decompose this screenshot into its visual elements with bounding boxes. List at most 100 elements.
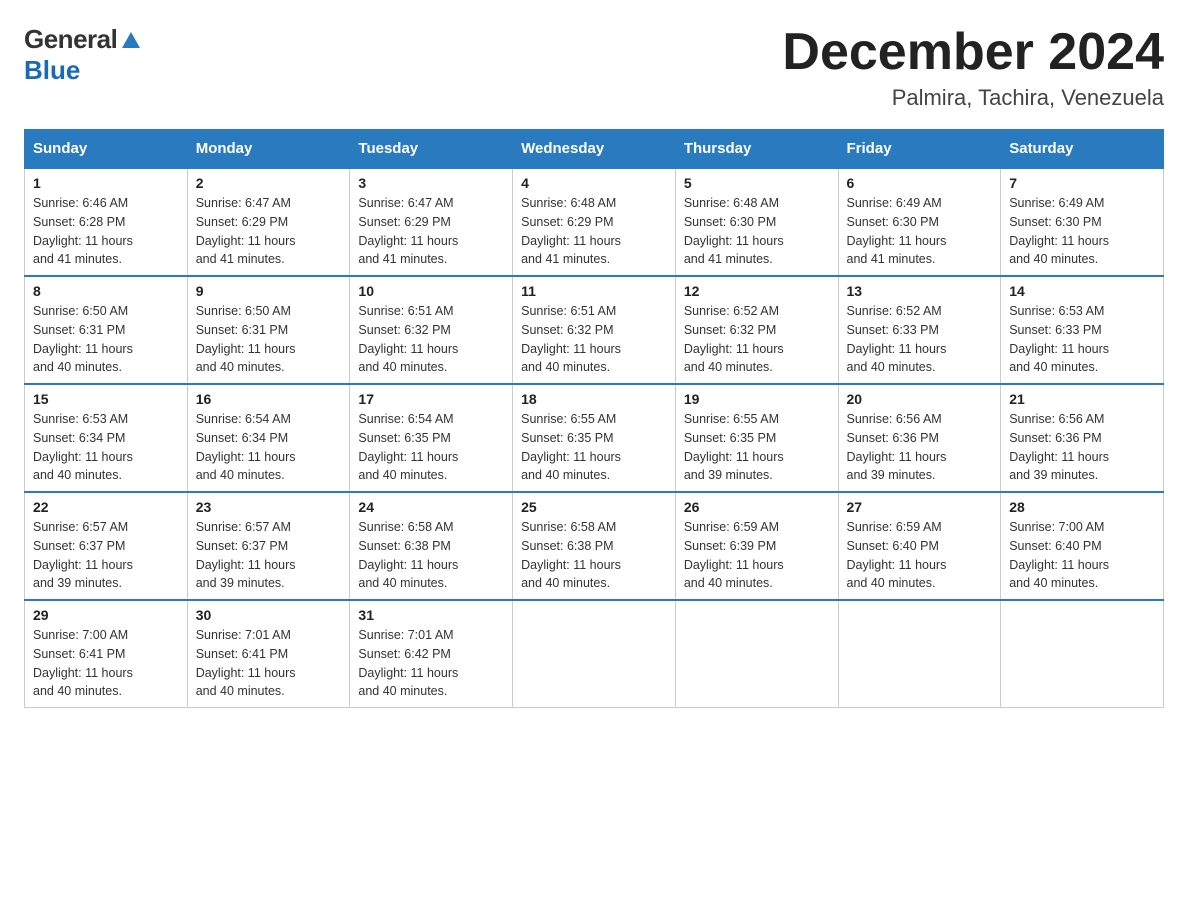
calendar-cell: 8 Sunrise: 6:50 AMSunset: 6:31 PMDaylight… [25,276,188,384]
calendar-cell: 29Sunrise: 7:00 AMSunset: 6:41 PMDayligh… [25,600,188,708]
calendar-week-row: 15Sunrise: 6:53 AMSunset: 6:34 PMDayligh… [25,384,1164,492]
day-number: 29 [33,607,179,623]
day-of-week-header: Monday [187,130,350,169]
day-info: Sunrise: 6:58 AMSunset: 6:38 PMDaylight:… [521,518,667,593]
calendar-cell: 27Sunrise: 6:59 AMSunset: 6:40 PMDayligh… [838,492,1001,600]
day-info: Sunrise: 6:49 AMSunset: 6:30 PMDaylight:… [1009,194,1155,269]
day-info: Sunrise: 6:58 AMSunset: 6:38 PMDaylight:… [358,518,504,593]
location-title: Palmira, Tachira, Venezuela [782,85,1164,111]
calendar-week-row: 29Sunrise: 7:00 AMSunset: 6:41 PMDayligh… [25,600,1164,708]
day-info: Sunrise: 6:57 AMSunset: 6:37 PMDaylight:… [33,518,179,593]
day-number: 23 [196,499,342,515]
day-number: 10 [358,283,504,299]
calendar-table: SundayMondayTuesdayWednesdayThursdayFrid… [24,129,1164,708]
day-info: Sunrise: 7:01 AMSunset: 6:42 PMDaylight:… [358,626,504,701]
calendar-cell: 28 Sunrise: 7:00 AMSunset: 6:40 PMDayligh… [1001,492,1164,600]
day-of-week-header: Tuesday [350,130,513,169]
month-title: December 2024 [782,24,1164,81]
day-number: 22 [33,499,179,515]
day-number: 17 [358,391,504,407]
day-number: 4 [521,175,667,191]
calendar-cell: 30 Sunrise: 7:01 AMSunset: 6:41 PMDayligh… [187,600,350,708]
calendar-cell [513,600,676,708]
calendar-cell: 10 Sunrise: 6:51 AMSunset: 6:32 PMDayligh… [350,276,513,384]
day-number: 14 [1009,283,1155,299]
day-info: Sunrise: 6:55 AMSunset: 6:35 PMDaylight:… [684,410,830,485]
day-info: Sunrise: 6:47 AMSunset: 6:29 PMDaylight:… [196,194,342,269]
calendar-cell: 24 Sunrise: 6:58 AMSunset: 6:38 PMDayligh… [350,492,513,600]
day-info: Sunrise: 6:53 AMSunset: 6:33 PMDaylight:… [1009,302,1155,377]
day-number: 9 [196,283,342,299]
day-info: Sunrise: 6:59 AMSunset: 6:40 PMDaylight:… [847,518,993,593]
calendar-cell: 14 Sunrise: 6:53 AMSunset: 6:33 PMDayligh… [1001,276,1164,384]
day-info: Sunrise: 6:49 AMSunset: 6:30 PMDaylight:… [847,194,993,269]
day-info: Sunrise: 6:57 AMSunset: 6:37 PMDaylight:… [196,518,342,593]
calendar-cell: 3 Sunrise: 6:47 AMSunset: 6:29 PMDaylight… [350,168,513,276]
day-number: 7 [1009,175,1155,191]
calendar-header-row: SundayMondayTuesdayWednesdayThursdayFrid… [25,130,1164,169]
day-of-week-header: Friday [838,130,1001,169]
day-number: 1 [33,175,179,191]
day-number: 16 [196,391,342,407]
day-info: Sunrise: 7:00 AMSunset: 6:40 PMDaylight:… [1009,518,1155,593]
calendar-cell: 4 Sunrise: 6:48 AMSunset: 6:29 PMDaylight… [513,168,676,276]
day-info: Sunrise: 6:52 AMSunset: 6:32 PMDaylight:… [684,302,830,377]
calendar-week-row: 1 Sunrise: 6:46 AMSunset: 6:28 PMDaylight… [25,168,1164,276]
day-info: Sunrise: 6:50 AMSunset: 6:31 PMDaylight:… [33,302,179,377]
day-info: Sunrise: 6:50 AMSunset: 6:31 PMDaylight:… [196,302,342,377]
calendar-cell [675,600,838,708]
calendar-cell: 9 Sunrise: 6:50 AMSunset: 6:31 PMDaylight… [187,276,350,384]
day-number: 30 [196,607,342,623]
day-info: Sunrise: 6:51 AMSunset: 6:32 PMDaylight:… [358,302,504,377]
calendar-cell: 2 Sunrise: 6:47 AMSunset: 6:29 PMDaylight… [187,168,350,276]
calendar-cell: 13Sunrise: 6:52 AMSunset: 6:33 PMDayligh… [838,276,1001,384]
calendar-week-row: 8 Sunrise: 6:50 AMSunset: 6:31 PMDaylight… [25,276,1164,384]
calendar-cell: 21Sunrise: 6:56 AMSunset: 6:36 PMDayligh… [1001,384,1164,492]
day-number: 11 [521,283,667,299]
day-number: 28 [1009,499,1155,515]
day-info: Sunrise: 6:48 AMSunset: 6:29 PMDaylight:… [521,194,667,269]
day-info: Sunrise: 6:54 AMSunset: 6:35 PMDaylight:… [358,410,504,485]
calendar-cell: 17 Sunrise: 6:54 AMSunset: 6:35 PMDayligh… [350,384,513,492]
day-info: Sunrise: 6:55 AMSunset: 6:35 PMDaylight:… [521,410,667,485]
calendar-cell: 18 Sunrise: 6:55 AMSunset: 6:35 PMDayligh… [513,384,676,492]
calendar-cell: 6Sunrise: 6:49 AMSunset: 6:30 PMDaylight… [838,168,1001,276]
day-info: Sunrise: 6:56 AMSunset: 6:36 PMDaylight:… [1009,410,1155,485]
day-number: 19 [684,391,830,407]
day-of-week-header: Thursday [675,130,838,169]
calendar-cell: 19 Sunrise: 6:55 AMSunset: 6:35 PMDayligh… [675,384,838,492]
calendar-cell: 31 Sunrise: 7:01 AMSunset: 6:42 PMDayligh… [350,600,513,708]
day-info: Sunrise: 6:46 AMSunset: 6:28 PMDaylight:… [33,194,179,269]
day-number: 3 [358,175,504,191]
day-number: 31 [358,607,504,623]
day-info: Sunrise: 6:59 AMSunset: 6:39 PMDaylight:… [684,518,830,593]
day-info: Sunrise: 6:52 AMSunset: 6:33 PMDaylight:… [847,302,993,377]
calendar-cell: 7 Sunrise: 6:49 AMSunset: 6:30 PMDaylight… [1001,168,1164,276]
logo-general-text: General [24,24,117,55]
calendar-cell: 23 Sunrise: 6:57 AMSunset: 6:37 PMDayligh… [187,492,350,600]
calendar-cell [838,600,1001,708]
title-section: December 2024 Palmira, Tachira, Venezuel… [782,24,1164,111]
day-info: Sunrise: 6:54 AMSunset: 6:34 PMDaylight:… [196,410,342,485]
calendar-cell: 16 Sunrise: 6:54 AMSunset: 6:34 PMDayligh… [187,384,350,492]
day-number: 20 [847,391,993,407]
calendar-cell: 11Sunrise: 6:51 AMSunset: 6:32 PMDayligh… [513,276,676,384]
day-info: Sunrise: 6:47 AMSunset: 6:29 PMDaylight:… [358,194,504,269]
day-info: Sunrise: 6:53 AMSunset: 6:34 PMDaylight:… [33,410,179,485]
day-number: 2 [196,175,342,191]
calendar-cell: 1 Sunrise: 6:46 AMSunset: 6:28 PMDaylight… [25,168,188,276]
calendar-cell: 5Sunrise: 6:48 AMSunset: 6:30 PMDaylight… [675,168,838,276]
calendar-cell: 25 Sunrise: 6:58 AMSunset: 6:38 PMDayligh… [513,492,676,600]
calendar-cell: 12Sunrise: 6:52 AMSunset: 6:32 PMDayligh… [675,276,838,384]
calendar-cell: 20Sunrise: 6:56 AMSunset: 6:36 PMDayligh… [838,384,1001,492]
logo: General Blue [24,24,142,86]
day-number: 25 [521,499,667,515]
logo-blue-text: Blue [24,55,80,86]
day-number: 18 [521,391,667,407]
day-number: 8 [33,283,179,299]
day-number: 24 [358,499,504,515]
logo-arrow-icon [120,30,142,50]
day-info: Sunrise: 7:01 AMSunset: 6:41 PMDaylight:… [196,626,342,701]
day-info: Sunrise: 6:48 AMSunset: 6:30 PMDaylight:… [684,194,830,269]
day-of-week-header: Wednesday [513,130,676,169]
